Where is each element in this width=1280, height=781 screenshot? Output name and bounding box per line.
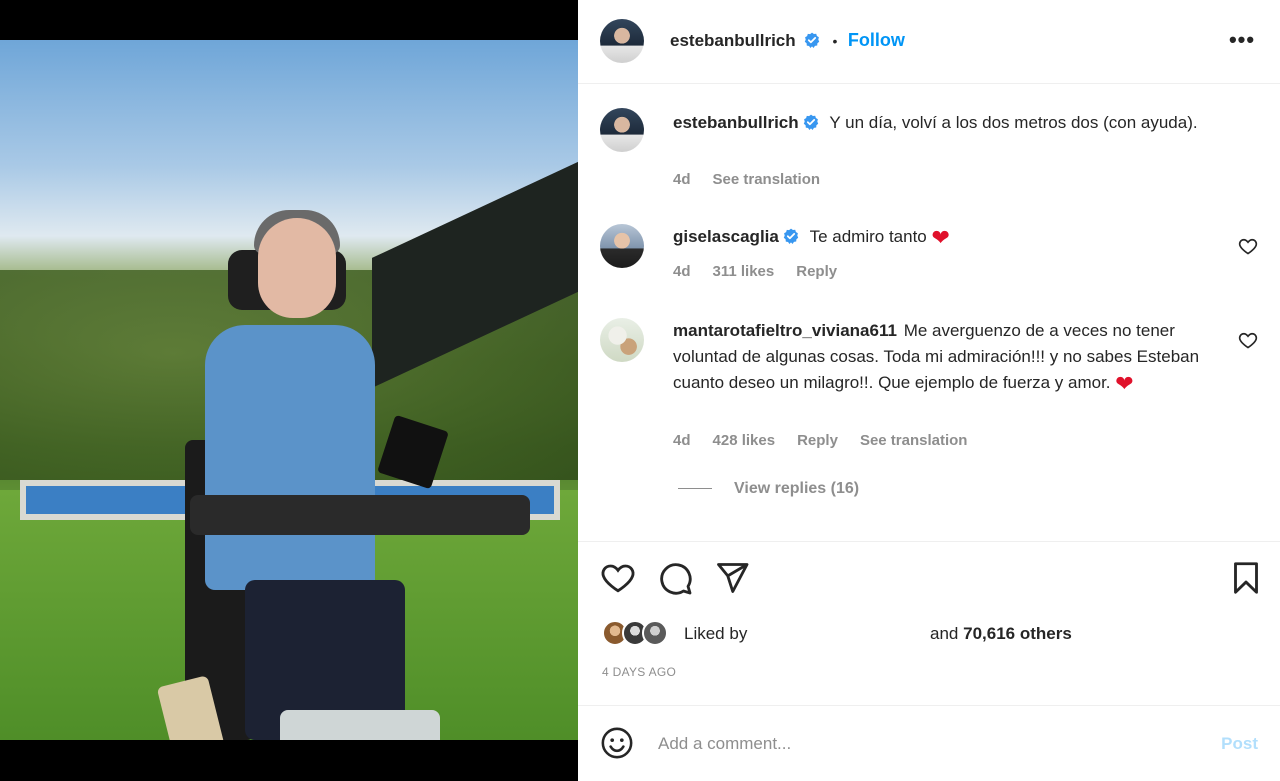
share-paper-plane-icon[interactable] xyxy=(714,560,750,596)
liked-by-label: Liked by xyxy=(684,624,748,643)
post-media xyxy=(0,0,578,781)
comment-like-heart-icon[interactable] xyxy=(1238,236,1258,256)
view-replies-button[interactable]: View replies (16) xyxy=(678,480,859,498)
author-avatar[interactable] xyxy=(600,19,644,63)
red-heart-emoji: ❤ xyxy=(931,225,950,250)
header-separator: • xyxy=(832,33,838,49)
commenter-avatar[interactable] xyxy=(600,318,644,362)
commenter-username[interactable]: mantarotafieltro_viviana611 xyxy=(673,321,897,340)
commenter-avatar[interactable] xyxy=(600,224,644,268)
comment-item: giselascaglia Te admiro tanto ❤ 4d 311 li… xyxy=(600,224,1258,294)
add-comment-input[interactable] xyxy=(658,730,1178,758)
caption-author-avatar[interactable] xyxy=(600,108,644,152)
comment-bubble-icon[interactable] xyxy=(657,560,693,596)
comment-body: giselascaglia Te admiro tanto ❤ xyxy=(673,224,1218,251)
post-timestamp[interactable]: 4 DAYS AGO xyxy=(602,665,676,679)
follow-button[interactable]: Follow xyxy=(848,30,905,50)
liked-by-row: Liked by and 70,616 others xyxy=(602,618,1280,648)
commenter-username[interactable]: giselascaglia xyxy=(673,227,779,246)
caption-age: 4d xyxy=(673,171,691,188)
view-replies-label: View replies (16) xyxy=(734,480,860,497)
caption-username[interactable]: estebanbullrich xyxy=(673,113,799,132)
more-options-icon[interactable]: ••• xyxy=(1228,26,1256,54)
comment-age: 4d xyxy=(673,263,691,280)
post-header: estebanbullrich • Follow ••• xyxy=(578,0,1280,84)
likes-others[interactable]: and 70,616 others xyxy=(930,624,1072,644)
comment-meta: 4d 428 likes Reply See translation xyxy=(673,432,989,449)
comment-likes[interactable]: 428 likes xyxy=(713,432,776,449)
and-label: and xyxy=(930,624,959,643)
post-caption: estebanbullrich Y un día, volví a los do… xyxy=(600,108,1240,198)
emoji-smile-icon[interactable] xyxy=(600,726,634,760)
author-line: estebanbullrich • Follow xyxy=(670,30,905,51)
verified-badge-icon xyxy=(783,228,799,244)
caption-meta: 4d See translation xyxy=(673,171,842,188)
liker-avatar[interactable] xyxy=(642,620,668,646)
post-photo[interactable] xyxy=(0,40,578,740)
reply-button[interactable]: Reply xyxy=(797,432,838,449)
heart-outline-icon[interactable] xyxy=(600,560,636,596)
post-comment-button[interactable]: Post xyxy=(1221,734,1258,754)
post-actions: Liked by and 70,616 others 4 DAYS AGO xyxy=(578,541,1280,731)
comment-body: mantarotafieltro_viviana611 Me averguenz… xyxy=(673,318,1218,397)
comment-composer: Post xyxy=(578,705,1280,781)
reply-button[interactable]: Reply xyxy=(796,263,837,280)
comment-age: 4d xyxy=(673,432,691,449)
comment-meta: 4d 311 likes Reply xyxy=(673,263,859,280)
comment-likes[interactable]: 311 likes xyxy=(713,263,775,280)
others-count: 70,616 others xyxy=(963,624,1072,643)
caption-text: Y un día, volví a los dos metros dos (co… xyxy=(829,113,1198,132)
verified-badge-icon xyxy=(803,114,818,130)
see-translation-link[interactable]: See translation xyxy=(713,171,821,188)
comment-text: Te admiro tanto xyxy=(809,227,927,246)
replies-divider xyxy=(678,488,712,490)
verified-badge-icon xyxy=(804,32,820,48)
author-username[interactable]: estebanbullrich xyxy=(670,31,796,50)
caption-body: estebanbullrich Y un día, volví a los do… xyxy=(673,110,1218,136)
red-heart-emoji: ❤ xyxy=(1115,371,1134,396)
bookmark-icon[interactable] xyxy=(1228,560,1264,596)
instagram-post-view: estebanbullrich • Follow ••• estebanbull… xyxy=(0,0,1280,781)
post-side-panel: estebanbullrich • Follow ••• estebanbull… xyxy=(578,0,1280,781)
see-translation-link[interactable]: See translation xyxy=(860,432,968,449)
comment-like-heart-icon[interactable] xyxy=(1238,330,1258,350)
